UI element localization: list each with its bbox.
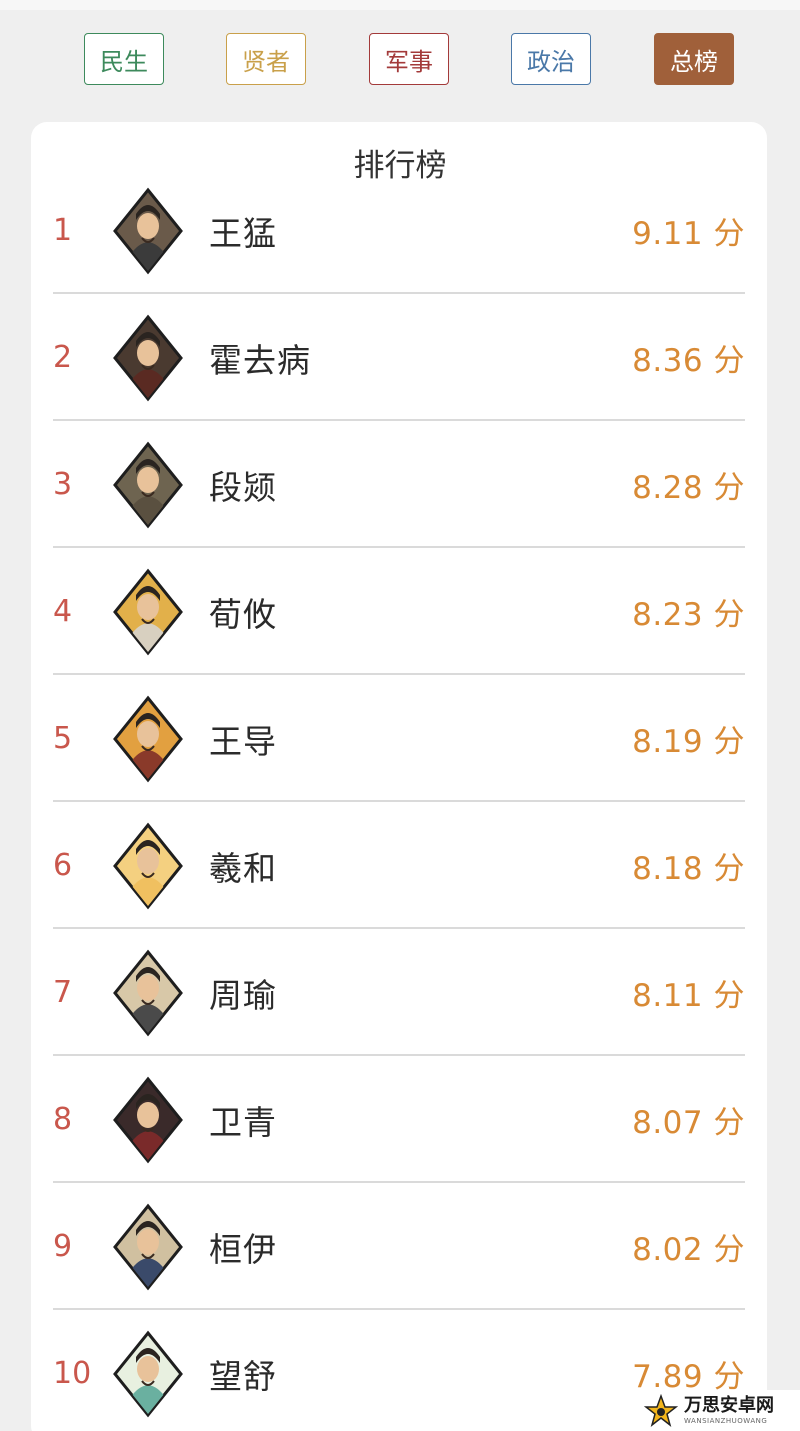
rank-number: 9 bbox=[53, 1229, 73, 1264]
tab-minsheng[interactable]: 民生 bbox=[84, 33, 164, 85]
portrait-icon bbox=[111, 313, 185, 403]
rank-number: 1 bbox=[53, 213, 73, 248]
person-name: 王导 bbox=[209, 721, 277, 761]
person-name: 羲和 bbox=[209, 848, 277, 888]
person-name: 桓伊 bbox=[209, 1229, 277, 1269]
score-value: 8.07 分 bbox=[632, 1105, 745, 1141]
rank-number: 5 bbox=[53, 721, 73, 756]
person-name: 王猛 bbox=[209, 213, 277, 253]
score-value: 8.19 分 bbox=[632, 724, 745, 760]
ranking-row[interactable]: 2 霍去病 8.36 分 bbox=[31, 294, 767, 421]
person-name: 霍去病 bbox=[209, 340, 311, 380]
tab-zhengzhi[interactable]: 政治 bbox=[511, 33, 591, 85]
ranking-row[interactable]: 6 羲和 8.18 分 bbox=[31, 802, 767, 929]
portrait-icon bbox=[111, 948, 185, 1038]
rank-number: 8 bbox=[53, 1102, 73, 1137]
watermark-subtitle: WANSIANZHUOWANG bbox=[684, 1416, 768, 1425]
ranking-row[interactable]: 8 卫青 8.07 分 bbox=[31, 1056, 767, 1183]
watermark-title: 万思安卓网 bbox=[684, 1394, 774, 1416]
rank-number: 10 bbox=[53, 1356, 92, 1391]
rank-number: 3 bbox=[53, 467, 73, 502]
star-logo-icon bbox=[644, 1393, 678, 1427]
tab-xianzhe[interactable]: 贤者 bbox=[226, 33, 306, 85]
portrait-icon bbox=[111, 567, 185, 657]
tab-junshi[interactable]: 军事 bbox=[369, 33, 449, 85]
portrait-icon bbox=[111, 186, 185, 276]
portrait-icon bbox=[111, 1329, 185, 1419]
rank-number: 6 bbox=[53, 848, 73, 883]
ranking-row[interactable]: 1 王猛 9.11 分 bbox=[31, 167, 767, 294]
rank-number: 2 bbox=[53, 340, 73, 375]
portrait-icon bbox=[111, 440, 185, 530]
ranking-row[interactable]: 7 周瑜 8.11 分 bbox=[31, 929, 767, 1056]
ranking-row[interactable]: 3 段颎 8.28 分 bbox=[31, 421, 767, 548]
status-strip bbox=[0, 0, 800, 10]
ranking-row[interactable]: 9 桓伊 8.02 分 bbox=[31, 1183, 767, 1310]
person-name: 周瑜 bbox=[209, 975, 277, 1015]
score-value: 8.02 分 bbox=[632, 1232, 745, 1268]
watermark: 万思安卓网 WANSIANZHUOWANG bbox=[640, 1390, 800, 1431]
portrait-icon bbox=[111, 1075, 185, 1165]
rank-number: 7 bbox=[53, 975, 73, 1010]
person-name: 段颎 bbox=[209, 467, 277, 507]
category-tabs: 民生 贤者 军事 政治 总榜 bbox=[0, 33, 800, 85]
tab-zongbang[interactable]: 总榜 bbox=[654, 33, 734, 85]
portrait-icon bbox=[111, 821, 185, 911]
score-value: 8.28 分 bbox=[632, 470, 745, 506]
portrait-icon bbox=[111, 694, 185, 784]
score-value: 8.11 分 bbox=[632, 978, 745, 1014]
score-value: 9.11 分 bbox=[632, 216, 745, 252]
person-name: 望舒 bbox=[209, 1356, 277, 1396]
person-name: 卫青 bbox=[209, 1102, 277, 1142]
ranking-row[interactable]: 5 王导 8.19 分 bbox=[31, 675, 767, 802]
rank-number: 4 bbox=[53, 594, 73, 629]
person-name: 荀攸 bbox=[209, 594, 277, 634]
score-value: 8.18 分 bbox=[632, 851, 745, 887]
score-value: 8.23 分 bbox=[632, 597, 745, 633]
ranking-row[interactable]: 4 荀攸 8.23 分 bbox=[31, 548, 767, 675]
portrait-icon bbox=[111, 1202, 185, 1292]
score-value: 8.36 分 bbox=[632, 343, 745, 379]
